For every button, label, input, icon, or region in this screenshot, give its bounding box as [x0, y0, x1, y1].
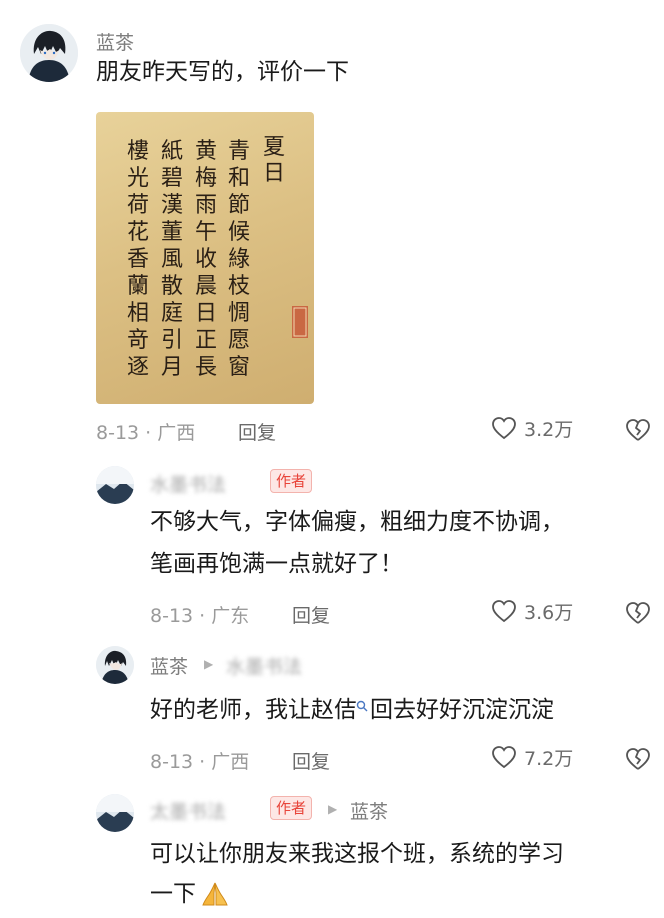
comment-text: 朋友昨天写的，评价一下 — [96, 59, 349, 85]
comment-username[interactable]: 蓝茶 — [96, 28, 134, 55]
comment-meta: 8-13 · 广东 — [150, 605, 250, 627]
comment-meta: 8-13 · 广西 — [96, 422, 196, 444]
comment-text-line: 可以让你朋友来我这报个班，系统的学习 — [150, 841, 564, 867]
calligraphy-char: 樓 — [127, 139, 149, 164]
like-button[interactable]: 7.2万 — [490, 743, 573, 771]
calligraphy-char: 相 — [127, 301, 149, 326]
comment-text-part: 回去好好沉淀沉淀 — [370, 697, 554, 723]
like-button[interactable]: 3.2万 — [490, 414, 573, 442]
reply-target-username[interactable]: 蓝茶 — [350, 797, 388, 824]
calligraphy-char: 收 — [195, 247, 217, 272]
reply-button[interactable]: 回复 — [292, 601, 330, 628]
calligraphy-char: 花 — [127, 220, 149, 245]
avatar[interactable] — [20, 24, 78, 82]
calligraphy-char: 逐 — [127, 355, 149, 380]
comment-text-tail: 一下 — [150, 881, 196, 907]
calligraphy-char: 光 — [127, 166, 149, 191]
reply-arrow-icon: ▶ — [328, 802, 338, 816]
comment-text-line: 不够大气，字体偏瘦，粗细力度不协调， — [150, 509, 564, 535]
calligraphy-char: 愿 — [228, 328, 250, 353]
heart-icon — [492, 600, 516, 623]
calligraphy-char: 風 — [161, 247, 183, 272]
search-icon[interactable] — [356, 700, 368, 712]
comment-text-part: 好的老师，我让赵佶 — [150, 697, 357, 723]
reply-button[interactable]: 回复 — [292, 747, 330, 774]
calligraphy-char: 晨 — [195, 274, 217, 299]
calligraphy-char: 月 — [161, 355, 183, 380]
calligraphy-char: 惆 — [228, 301, 250, 326]
calligraphy-char: 引 — [161, 328, 183, 353]
author-badge: 作者 — [270, 469, 313, 493]
like-button[interactable]: 3.6万 — [490, 597, 573, 625]
calligraphy-char: 窗 — [228, 355, 250, 380]
calligraphy-char: 午 — [195, 220, 217, 245]
author-badge: 作者 — [270, 796, 313, 820]
avatar[interactable] — [96, 794, 134, 832]
obscured-username[interactable]: 水墨书法 — [150, 470, 226, 497]
reply-button[interactable]: 回复 — [238, 418, 276, 445]
broken-heart-icon — [626, 602, 650, 624]
dislike-button[interactable] — [624, 416, 652, 444]
avatar[interactable] — [96, 646, 134, 684]
heart-icon — [492, 746, 516, 769]
broken-heart-icon — [626, 748, 650, 770]
calligraphy-char: 梅 — [195, 166, 217, 191]
calligraphy-char: 蘭 — [127, 274, 149, 299]
calligraphy-char: 碧 — [161, 166, 183, 191]
calligraphy-char: 紙 — [161, 139, 183, 164]
like-count: 7.2万 — [524, 747, 574, 770]
calligraphy-char: 漢 — [161, 193, 183, 218]
calligraphy-char: 荷 — [127, 193, 149, 218]
calligraphy-char: 庭 — [161, 301, 183, 326]
comment-username[interactable]: 蓝茶 — [150, 652, 188, 679]
dislike-button[interactable] — [624, 599, 652, 627]
calligraphy-char: 候 — [228, 220, 250, 245]
calligraphy-char: 和 — [228, 166, 250, 191]
calligraphy-char: 黄 — [195, 139, 217, 164]
heart-icon — [492, 417, 516, 440]
calligraphy-char: 香 — [127, 247, 149, 272]
calligraphy-char: 竒 — [127, 328, 149, 353]
like-count: 3.6万 — [524, 601, 574, 624]
calligraphy-char: 綠 — [228, 247, 250, 272]
calligraphy-image[interactable]: 夏日青和節候綠枝惆愿窗黄梅雨午收晨日正長紙碧漢董風散庭引月樓光荷花香蘭相竒逐 — [96, 112, 314, 404]
dislike-button[interactable] — [624, 745, 652, 773]
calligraphy-char: 長 — [195, 355, 217, 380]
calligraphy-char: 正 — [195, 328, 217, 353]
calligraphy-char: 雨 — [195, 193, 217, 218]
calligraphy-char: 董 — [161, 220, 183, 245]
broken-heart-icon — [626, 419, 650, 441]
obscured-username[interactable]: 太墨书法 — [150, 797, 226, 824]
avatar[interactable] — [96, 466, 134, 504]
calligraphy-title-char: 夏 — [263, 135, 285, 160]
calligraphy-char: 枝 — [228, 274, 250, 299]
calligraphy-char: 日 — [195, 301, 217, 326]
like-count: 3.2万 — [524, 418, 574, 441]
comment-text-line: 一下 — [150, 874, 230, 914]
calligraphy-char: 散 — [161, 274, 183, 299]
calligraphy-title-char: 日 — [263, 161, 285, 186]
praying-hands-icon — [202, 882, 228, 906]
comment-text-line: 笔画再饱满一点就好了！ — [150, 551, 403, 577]
obscured-reply-target[interactable]: 水墨书法 — [226, 652, 302, 679]
comment-meta: 8-13 · 广西 — [150, 751, 250, 773]
calligraphy-char: 節 — [228, 193, 250, 218]
calligraphy-char: 青 — [228, 139, 250, 164]
reply-arrow-icon: ▶ — [204, 657, 214, 671]
